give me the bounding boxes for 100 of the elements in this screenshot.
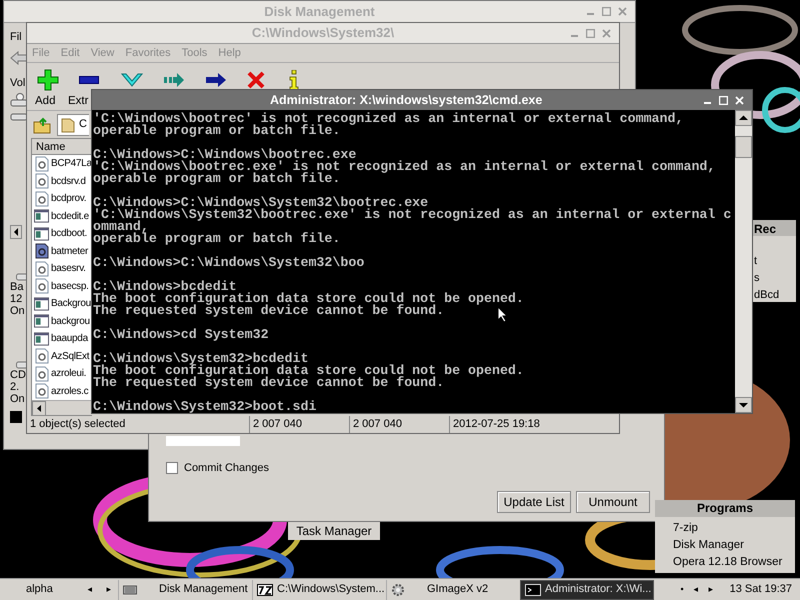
file-row[interactable]: Backgrou xyxy=(32,295,92,313)
window-title: C:\Windows\System32\ xyxy=(252,24,394,42)
next-workspace-button[interactable]: ▸ xyxy=(100,582,118,596)
console-line: C:\Windows\System32>bcdedit xyxy=(93,353,308,365)
window-file-icon xyxy=(34,314,49,328)
file-name: azroleui. xyxy=(51,367,86,382)
volume-text: On xyxy=(10,393,25,405)
file-row[interactable]: basecsp. xyxy=(32,278,92,296)
close-icon[interactable] xyxy=(602,29,611,38)
console-line: C:\Windows>bcdedit xyxy=(93,281,237,293)
arrow-icon[interactable] xyxy=(205,72,227,88)
dialog-button[interactable]: Update List xyxy=(497,490,571,512)
plus-icon[interactable] xyxy=(37,69,59,92)
menu-title: Programs xyxy=(655,500,795,517)
file-name: bcdboot. xyxy=(51,227,87,242)
console-line: 'C:\Windows\bootrec' is not recognized as an internal or external command, xyxy=(93,113,684,125)
task-manager-tab[interactable]: Task Manager xyxy=(288,522,380,540)
window-title: Disk Management xyxy=(264,2,375,21)
menu-item[interactable]: Fil xyxy=(10,29,22,45)
mouse-pointer-icon xyxy=(497,306,509,323)
scroll-thumb[interactable] xyxy=(735,136,752,158)
file-row[interactable]: basesrv. xyxy=(32,260,92,278)
dialog-button[interactable]: Unmount xyxy=(576,490,650,512)
minus-icon[interactable] xyxy=(79,76,99,84)
file-row[interactable]: batmeter xyxy=(32,242,92,260)
status-text: 2 007 040 xyxy=(349,416,449,433)
info-icon[interactable] xyxy=(289,70,299,90)
taskbar-button[interactable]: Administrator: X:\Wi... xyxy=(520,580,654,600)
maximize-icon[interactable] xyxy=(602,7,611,16)
previous-workspace-button[interactable]: ◂ xyxy=(80,582,100,596)
file-row[interactable]: azroleui. xyxy=(32,365,92,383)
gear-file-icon xyxy=(34,366,48,382)
volume-text: On xyxy=(10,305,25,317)
file-name: backgrou xyxy=(51,314,90,329)
volume-text: Ba xyxy=(10,281,24,293)
taskbar-button[interactable]: C:\Windows\System... xyxy=(252,580,386,600)
color-legend-swatch xyxy=(10,411,22,423)
status-text: 1 object(s) selected xyxy=(29,417,126,432)
gear-icon xyxy=(391,582,405,596)
clock: 13 Sat 19:37 xyxy=(730,582,792,598)
scroll-up-icon[interactable] xyxy=(735,110,752,126)
menu-item[interactable]: 7-zip xyxy=(673,520,795,537)
file-row[interactable]: baaupda xyxy=(32,330,92,348)
scrollbar[interactable] xyxy=(735,110,752,413)
file-row[interactable]: bcdboot. xyxy=(32,225,92,243)
commit-checkbox[interactable] xyxy=(166,462,178,474)
console-line: C:\Windows>C:\Windows\bootrec.exe xyxy=(93,149,356,161)
file-name: bcdprov. xyxy=(51,192,86,206)
menu-item[interactable]: dBcd xyxy=(754,288,796,302)
back-arrow-icon[interactable] xyxy=(10,51,28,65)
file-name: basecsp. xyxy=(51,280,89,294)
console-line: C:\Windows\System32>boot.sdi xyxy=(93,401,316,413)
window-file-icon xyxy=(34,332,49,346)
console-line: The boot configuration data store could not be opened. xyxy=(93,293,524,305)
status-text: 2012-07-25 19:18 xyxy=(449,416,540,433)
console-line: The requested system device cannot be found. xyxy=(93,377,444,389)
file-name: BCP47La xyxy=(51,157,92,172)
file-row[interactable]: azroles.c xyxy=(32,382,92,400)
text-field[interactable] xyxy=(166,436,240,446)
tray-button[interactable]: • xyxy=(680,582,684,596)
file-name: AzSqlExt xyxy=(51,350,90,364)
gear-file-icon xyxy=(34,173,48,190)
menu-item[interactable]: Opera 12.18 Browser xyxy=(673,554,795,571)
address-field[interactable]: C xyxy=(57,114,89,136)
file-name: azroles.c xyxy=(51,384,88,399)
status-text: 2 007 040 xyxy=(249,416,349,433)
file-name: bcdsrv.d xyxy=(51,174,86,189)
toolbar-label[interactable]: Extr xyxy=(68,93,88,110)
file-row[interactable]: BCP47La xyxy=(32,155,92,173)
maximize-icon[interactable] xyxy=(586,29,595,38)
window-file-icon xyxy=(34,226,49,241)
menu-item[interactable]: s xyxy=(754,271,796,285)
console-line: C:\Windows>C:\Windows\System32\boo xyxy=(93,257,364,269)
delete-icon[interactable] xyxy=(247,71,265,90)
volume-text: 2. xyxy=(10,381,20,393)
column-header[interactable]: Name xyxy=(32,139,92,156)
close-icon[interactable] xyxy=(618,7,627,16)
scroll-left-icon[interactable] xyxy=(32,401,46,416)
console-line: 'C:\Windows\System32\bootrec.exe' is not recognized as an internal or external c xyxy=(93,209,732,221)
workspace-name[interactable]: alpha xyxy=(0,581,80,598)
toolbar-label[interactable]: Add xyxy=(35,93,56,110)
file-row[interactable]: AzSqlExt xyxy=(32,348,92,366)
tray-button[interactable]: ▸ xyxy=(708,582,714,596)
file-row[interactable]: bcdedit.e xyxy=(32,208,92,226)
console-line: operable program or batch file. xyxy=(93,233,340,245)
menu-item[interactable]: Disk Manager xyxy=(673,537,795,554)
scroll-left-icon[interactable] xyxy=(10,225,22,239)
file-row[interactable]: bcdsrv.d xyxy=(32,172,92,190)
gear-file-icon xyxy=(34,278,48,294)
menu-item[interactable]: t xyxy=(754,254,796,268)
file-row[interactable]: backgrou xyxy=(32,312,92,330)
tray-button[interactable]: ◂ xyxy=(694,582,699,596)
console-icon xyxy=(525,584,541,596)
gear-file-icon xyxy=(34,156,48,172)
gear-file-icon xyxy=(34,383,48,400)
file-row[interactable]: bcdprov. xyxy=(32,190,92,208)
column-header[interactable]: Vol xyxy=(10,75,26,91)
file-name: bcdedit.e xyxy=(51,210,89,224)
scroll-down-icon[interactable] xyxy=(735,397,752,413)
folder-up-icon[interactable] xyxy=(33,116,51,134)
